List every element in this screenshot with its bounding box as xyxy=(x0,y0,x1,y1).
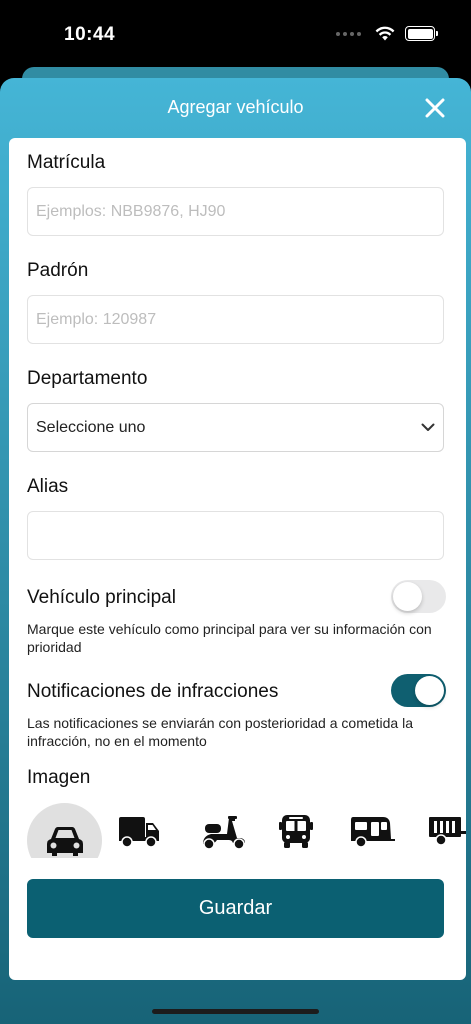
notificaciones-help-text: Las notificaciones se enviarán con poste… xyxy=(27,715,414,749)
status-icons xyxy=(336,26,438,41)
wifi-icon xyxy=(375,26,395,41)
padron-label: Padrón xyxy=(27,260,89,281)
vehicle-option-scooter[interactable] xyxy=(199,814,247,850)
sheet-header: Agregar vehículo xyxy=(0,78,471,138)
bus-icon xyxy=(279,815,313,848)
vehicle-option-car[interactable] xyxy=(27,803,102,858)
car-icon xyxy=(46,826,83,856)
notificaciones-label: Notificaciones de infracciones xyxy=(27,681,279,702)
vehicle-option-bus[interactable] xyxy=(279,813,313,849)
vehicle-option-trailer[interactable] xyxy=(427,815,466,847)
vehicle-option-truck[interactable] xyxy=(117,815,161,849)
matricula-label: Matrícula xyxy=(27,152,106,173)
alias-input[interactable] xyxy=(27,511,444,560)
departamento-label: Departamento xyxy=(27,368,148,389)
scooter-icon xyxy=(203,816,245,850)
camper-icon xyxy=(351,817,395,848)
trailer-icon xyxy=(429,817,466,846)
sheet-title: Agregar vehículo xyxy=(167,97,304,117)
principal-help-text: Marque este vehículo como principal para… xyxy=(27,621,432,655)
signal-dots-icon xyxy=(336,31,361,36)
save-button[interactable]: Guardar xyxy=(27,879,444,938)
status-bar: 10:44 xyxy=(0,0,471,70)
vehicle-image-picker xyxy=(27,803,466,858)
chevron-down-icon xyxy=(421,423,435,431)
matricula-input[interactable] xyxy=(27,187,444,236)
principal-label: Vehículo principal xyxy=(27,587,176,608)
home-indicator xyxy=(152,1009,319,1014)
departamento-select[interactable]: Seleccione uno xyxy=(27,403,444,452)
imagen-label: Imagen xyxy=(27,767,91,788)
alias-label: Alias xyxy=(27,476,69,497)
departamento-selected-value: Seleccione uno xyxy=(36,418,146,436)
status-time: 10:44 xyxy=(64,24,116,45)
notificaciones-toggle[interactable] xyxy=(391,674,446,707)
battery-icon xyxy=(405,26,438,41)
close-icon xyxy=(425,98,445,118)
vehicle-option-camper[interactable] xyxy=(349,815,397,849)
principal-toggle[interactable] xyxy=(391,580,446,613)
padron-input[interactable] xyxy=(27,295,444,344)
add-vehicle-sheet: Agregar vehículo Matrícula Padrón Depart… xyxy=(0,78,471,1024)
truck-icon xyxy=(119,817,159,848)
close-button[interactable] xyxy=(421,94,449,122)
form-card: Matrícula Padrón Departamento Seleccione… xyxy=(9,138,466,980)
